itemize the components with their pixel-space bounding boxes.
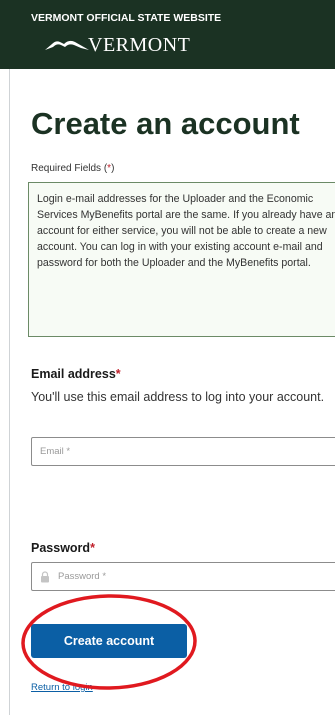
create-account-button[interactable]: Create account xyxy=(31,624,187,658)
official-site-label[interactable]: VERMONT OFFICIAL STATE WEBSITE xyxy=(31,12,221,24)
vermont-logo-text[interactable]: VERMONT xyxy=(88,34,190,57)
account-info-notice: Login e-mail addresses for the Uploader … xyxy=(28,182,335,337)
password-required-asterisk: * xyxy=(90,541,95,555)
password-field-wrapper xyxy=(31,562,335,591)
password-label: Password* xyxy=(31,541,95,555)
email-input[interactable] xyxy=(31,437,335,466)
content-left-border xyxy=(9,69,10,715)
password-input[interactable] xyxy=(31,562,335,591)
site-header: VERMONT OFFICIAL STATE WEBSITE VERMONT xyxy=(0,0,335,69)
return-to-login-link[interactable]: Return to login xyxy=(31,682,93,693)
email-label: Email address* xyxy=(31,367,121,381)
mountain-icon xyxy=(45,40,89,50)
required-fields-note: Required Fields (*) xyxy=(31,163,114,174)
required-fields-close: ) xyxy=(111,163,115,174)
email-hint: You'll use this email address to log int… xyxy=(31,390,325,404)
email-label-text: Email address xyxy=(31,367,116,381)
email-required-asterisk: * xyxy=(115,367,121,381)
password-label-text: Password xyxy=(31,541,91,555)
page-title: Create an account xyxy=(31,106,300,141)
required-fields-label: Required Fields ( xyxy=(31,163,108,174)
